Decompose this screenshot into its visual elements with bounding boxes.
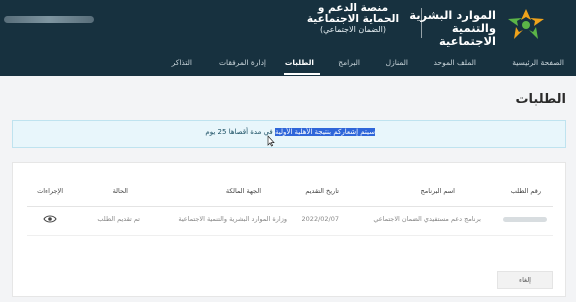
header-divider xyxy=(421,8,422,38)
notice-highlight: سيتم إشعاركم بنتيجة الأهلية الأولية xyxy=(274,128,375,136)
notice-text: سيتم إشعاركم بنتيجة الأهلية الأولية في م… xyxy=(205,128,375,136)
col-header-status: الحالة xyxy=(112,187,128,195)
page-title: الطلبات xyxy=(515,92,566,107)
main-nav: الصفحة الرئيسية الملف الموحد المنازل الب… xyxy=(0,52,576,76)
table-row-divider xyxy=(27,235,553,236)
requests-table-card: رقم الطلب اسم البرنامج تاريخ التقديم الج… xyxy=(12,162,566,297)
view-eye-icon[interactable] xyxy=(43,214,57,224)
user-name-blurred[interactable] xyxy=(4,16,94,23)
cell-submit-date: 2022/02/07 xyxy=(301,215,339,223)
info-notice: سيتم إشعاركم بنتيجة الأهلية الأولية في م… xyxy=(12,120,566,148)
platform-name-line3: (الضمان الاجتماعي) xyxy=(320,25,386,34)
nav-active-indicator xyxy=(284,73,320,75)
cancel-button[interactable]: إلغاء xyxy=(497,271,553,289)
nav-requests[interactable]: الطلبات xyxy=(285,58,314,67)
mouse-cursor-icon xyxy=(267,135,275,147)
cell-program-name: برنامج دعم مستفيدي الضمان الاجتماعي xyxy=(373,215,481,223)
cell-status: تم تقديم الطلب xyxy=(97,215,140,223)
ministry-logo[interactable]: الموارد البشرية والتنمية الاجتماعية xyxy=(406,5,548,48)
ministry-logo-icon xyxy=(508,9,544,39)
top-header: الموارد البشرية والتنمية الاجتماعية منصة… xyxy=(0,0,576,76)
notice-rest: في مدة أقصاها 25 يوم xyxy=(205,128,275,136)
top-bar: الموارد البشرية والتنمية الاجتماعية منصة… xyxy=(0,0,576,50)
platform-name: منصة الدعم و الحماية الاجتماعية (الضمان … xyxy=(298,3,408,35)
table-header-divider xyxy=(27,206,553,207)
platform-name-line2: الحماية الاجتماعية xyxy=(306,13,400,25)
nav-tickets[interactable]: التذاكر xyxy=(172,58,192,67)
nav-home[interactable]: الصفحة الرئيسية xyxy=(512,58,564,67)
nav-homes[interactable]: المنازل xyxy=(386,58,408,67)
nav-attachments[interactable]: إدارة المرفقات xyxy=(219,58,266,67)
request-number-blurred xyxy=(503,217,547,222)
col-header-actions: الإجراءات xyxy=(37,187,63,195)
col-header-program-name: اسم البرنامج xyxy=(420,187,455,195)
col-header-owner: الجهة المالكة xyxy=(225,187,261,195)
col-header-submit-date: تاريخ التقديم xyxy=(305,187,339,195)
col-header-request-number: رقم الطلب xyxy=(510,187,541,195)
cell-owner: وزارة الموارد البشرية والتنمية الاجتماعي… xyxy=(178,215,287,223)
ministry-name: الموارد البشرية والتنمية الاجتماعية xyxy=(406,9,496,48)
nav-programs[interactable]: البرامج xyxy=(338,58,360,67)
nav-unified-file[interactable]: الملف الموحد xyxy=(434,58,477,67)
ministry-name-line2: والتنمية الاجتماعية xyxy=(438,21,496,48)
